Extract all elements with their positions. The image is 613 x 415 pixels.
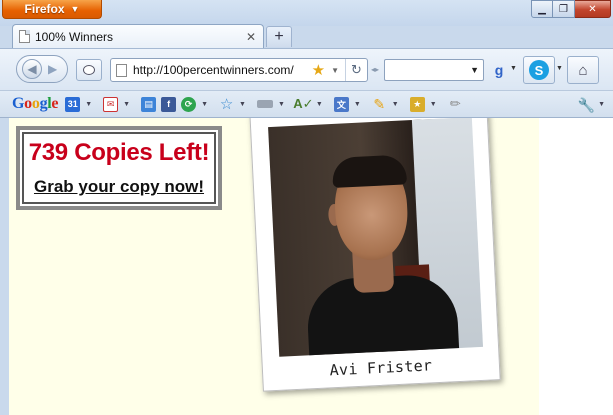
bookmark-star-icon[interactable]: ★ [312,63,325,78]
search-engine-dropdown-icon[interactable]: ▼ [510,65,517,72]
folder-dropdown-icon[interactable]: ▼ [430,101,437,108]
refresh-share-icon[interactable]: ⟳ [181,96,197,112]
promo-box: 739 Copies Left! Grab your copy now! [16,126,222,210]
speech-bubble-button[interactable] [76,59,102,81]
close-tab-icon[interactable]: ✕ [243,30,259,44]
home-icon: ⌂ [578,61,588,79]
wrench-icon[interactable]: 🔧 [578,97,595,114]
google-logo[interactable]: Google [12,95,59,113]
highlighter-icon[interactable]: ✎ [372,96,387,112]
copies-left-heading: 739 Copies Left! [28,139,210,166]
firefox-menu-button[interactable]: Firefox ▼ [2,0,102,19]
photo-caption: Avi Frister [329,356,433,380]
skype-icon: S [529,60,549,80]
home-button[interactable]: ⌂ [567,56,599,84]
close-window-button[interactable]: ✕ [575,0,611,18]
bookmark-folder-icon[interactable]: ★ [409,96,425,112]
window-controls: ▁ ❐ ✕ [531,0,611,18]
tab-title: 100% Winners [35,29,114,44]
search-input[interactable]: ▼ [384,59,484,81]
speech-bubble-icon [83,65,95,75]
polaroid-photo-frame: Avi Frister [249,118,501,392]
url-input[interactable]: http://100percentwinners.com/ [133,63,306,77]
highlighter-dropdown-icon[interactable]: ▼ [392,101,399,108]
spellcheck-icon[interactable]: A✓ [293,96,313,112]
google-search-engine-icon[interactable]: g [489,60,509,80]
chevron-down-icon: ▼ [70,4,80,14]
keyboard-dropdown-icon[interactable]: ▼ [278,101,285,108]
site-identity-icon [116,63,127,77]
translate-icon[interactable]: 文 [333,96,349,112]
skype-button[interactable]: S [523,56,555,84]
right-column [539,118,613,415]
bookmarks-dropdown-icon[interactable]: ▼ [239,101,246,108]
tab-100-winners[interactable]: 100% Winners ✕ [12,24,264,48]
url-history-dropdown-icon[interactable]: ▼ [331,66,339,75]
plus-icon: + [274,28,284,45]
back-arrow-icon: ◀ [27,62,37,76]
back-button[interactable]: ◀ [22,59,42,79]
minimize-icon: ▁ [538,3,546,15]
facebook-icon[interactable]: f [161,96,177,112]
window-left-border [0,118,9,415]
close-icon: ✕ [588,3,597,15]
restore-icon: ❐ [559,3,568,15]
new-tab-button[interactable]: + [266,26,292,47]
reload-icon[interactable]: ↻ [345,59,367,81]
gmail-dropdown-icon[interactable]: ▼ [123,101,130,108]
photo-hair [331,154,408,188]
page-icon [19,30,30,43]
spellcheck-dropdown-icon[interactable]: ▼ [316,101,323,108]
toolbar-splitter-icon[interactable]: ◂▸ [371,65,379,74]
window-titlebar: Firefox ▼ ▁ ❐ ✕ [0,0,613,26]
forward-button[interactable]: ▶ [48,62,57,76]
calendar-dropdown-icon[interactable]: ▼ [85,101,92,108]
search-dropdown-icon[interactable]: ▼ [470,65,479,75]
page-content: 739 Copies Left! Grab your copy now! Avi… [9,118,613,415]
pencil-icon[interactable]: ✏ [448,96,463,112]
keyboard-icon[interactable] [256,100,273,108]
gmail-icon[interactable]: ✉ [103,96,119,112]
google-toolbar: Google 31 ▼ ✉ ▼ ▤ f ⟳ ▼ ☆ ▼ ▼ A✓ ▼ 文 ▼ ✎… [0,90,613,118]
minimize-button[interactable]: ▁ [531,0,553,18]
skype-dropdown-icon[interactable]: ▼ [556,65,563,72]
grab-copy-link[interactable]: Grab your copy now! [34,177,204,197]
url-bar[interactable]: http://100percentwinners.com/ ★ ▼ ↻ [110,58,368,82]
settings-dropdown-icon[interactable]: ▼ [598,101,605,108]
navigation-toolbar: ◀ ▶ http://100percentwinners.com/ ★ ▼ ↻ … [0,48,613,90]
translate-dropdown-icon[interactable]: ▼ [354,101,361,108]
author-photo [268,118,484,357]
share-dropdown-icon[interactable]: ▼ [201,101,208,108]
calendar-icon[interactable]: 31 [65,96,81,112]
bookmarks-star-icon[interactable]: ☆ [219,96,234,113]
back-forward-group: ◀ ▶ [16,55,68,83]
docs-icon[interactable]: ▤ [141,96,157,112]
restore-button[interactable]: ❐ [553,0,575,18]
firefox-menu-label: Firefox [24,2,65,16]
